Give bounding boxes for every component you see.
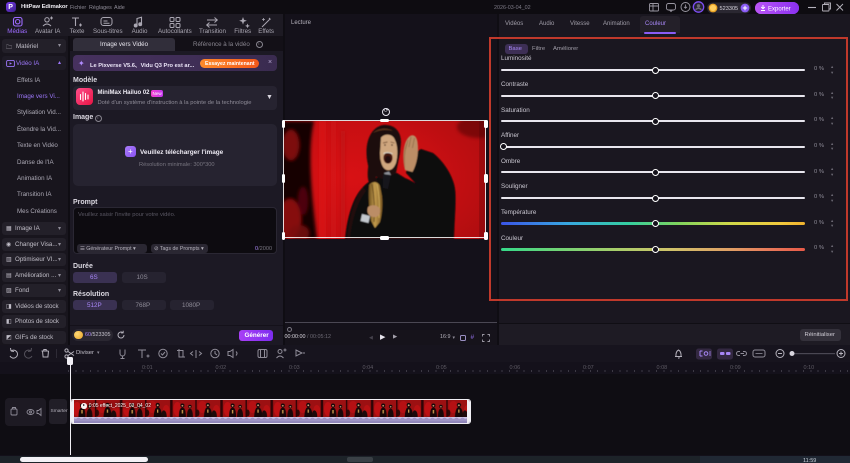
svg-text:523305: 523305 bbox=[720, 6, 739, 12]
svg-text:Exporter: Exporter bbox=[768, 6, 791, 12]
